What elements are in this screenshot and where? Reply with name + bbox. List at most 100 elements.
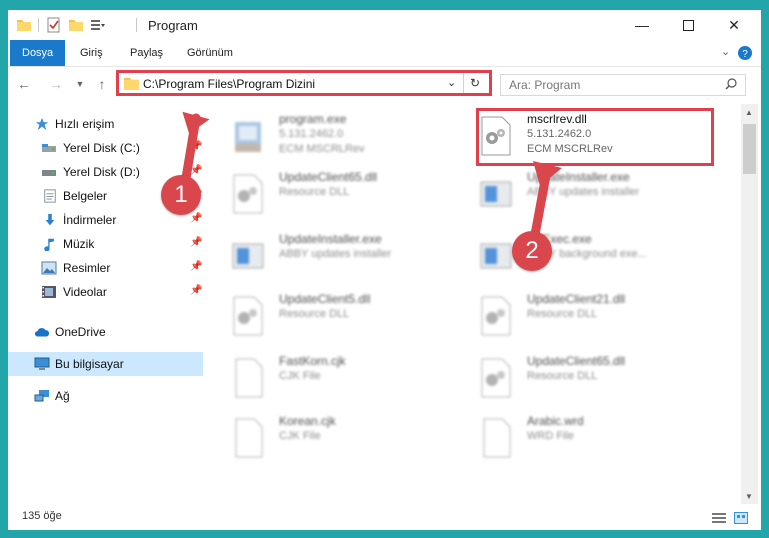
chevron-down-icon: ▼ (75, 79, 85, 89)
pin-icon: 📌 (190, 285, 203, 296)
sidebar-item-videos[interactable]: Videolar 📌 (8, 280, 203, 304)
search-icon (725, 78, 737, 90)
sidebar-item-label: Ağ (55, 389, 70, 403)
sidebar-item-network[interactable]: Ağ (8, 384, 203, 408)
sidebar-item-label: Videolar (63, 285, 107, 299)
file-name: UpdateInstaller.exe (527, 170, 630, 184)
dll-gear-icon (233, 174, 263, 214)
scroll-down-icon[interactable]: ▼ (745, 492, 753, 501)
tab-dosya[interactable]: Dosya (10, 40, 66, 66)
explorer-window: Program — ✕ Dosya Giriş Paylaş Görünüm ⌄… (8, 10, 761, 530)
forward-button[interactable]: → (46, 74, 66, 94)
file-icon (235, 418, 263, 458)
file-item[interactable]: UpdateInstaller.exe ABBY updates install… (209, 228, 449, 286)
properties-icon[interactable] (46, 17, 62, 33)
folder-icon (124, 77, 139, 90)
computer-icon (34, 357, 50, 370)
sidebar-item-local-disk-c[interactable]: Yerel Disk (C:) 📌 (8, 136, 203, 160)
arrow-right-icon: → (49, 76, 63, 92)
file-item[interactable]: Korean.cjk CJK File (209, 410, 449, 468)
minimize-button[interactable]: — (619, 10, 665, 40)
pin-icon: 📌 (190, 141, 203, 152)
chevron-down-icon[interactable]: ⌄ (721, 45, 730, 58)
file-item[interactable]: UpdateClient21.dll Resource DLL (457, 288, 697, 346)
separator (136, 18, 137, 32)
file-name: FastKorn.cjk (279, 354, 346, 368)
documents-icon (44, 189, 56, 203)
sidebar-item-label: Yerel Disk (C:) (63, 141, 140, 155)
sidebar-item-label: İndirmeler (63, 213, 117, 227)
file-name: program.exe (279, 112, 347, 126)
minimize-icon: — (635, 17, 649, 33)
file-item[interactable]: UpdateClient65.dll Resource DLL (209, 166, 449, 224)
tiles-view-icon[interactable] (734, 512, 748, 524)
pin-icon: 📌 (190, 237, 203, 248)
ribbon: Dosya Giriş Paylaş Görünüm ⌄ ? (8, 40, 761, 67)
refresh-icon: ↻ (469, 76, 481, 90)
highlight-box-mscrlrev (476, 108, 714, 166)
file-item[interactable]: program.exe 5.131.2462.0 ECM MSCRLRev (209, 108, 449, 166)
separator (38, 18, 39, 32)
file-item[interactable]: UpdateInstaller.exe ABBY updates install… (457, 166, 697, 224)
sidebar-item-onedrive[interactable]: OneDrive (8, 320, 203, 344)
new-folder-icon[interactable] (68, 17, 84, 33)
dll-gear-icon (481, 296, 511, 336)
scrollbar-thumb[interactable] (743, 124, 756, 174)
file-item[interactable]: UpdateClient65.dll Resource DLL (457, 350, 697, 408)
scroll-up-icon[interactable]: ▲ (745, 108, 753, 117)
sidebar-item-quick-access[interactable]: Hızlı erişim (8, 112, 203, 136)
chevron-down-icon[interactable]: ⌄ (447, 76, 456, 89)
recent-locations-button[interactable]: ▼ (70, 74, 90, 94)
maximize-button[interactable] (665, 10, 711, 40)
drive-icon (42, 170, 56, 176)
tab-gorunum[interactable]: Görünüm (175, 40, 245, 66)
cloud-icon (34, 328, 50, 337)
file-version: 5.131.2462.0 (279, 128, 344, 140)
sidebar-item-pictures[interactable]: Resimler 📌 (8, 256, 203, 280)
close-button[interactable]: ✕ (711, 10, 757, 40)
file-name: UpdateClient65.dll (527, 354, 626, 368)
help-icon[interactable]: ? (738, 46, 752, 60)
status-bar: 135 öğe (8, 504, 761, 530)
address-path[interactable]: C:\Program Files\Program Dizini (143, 77, 315, 91)
pin-icon: 📌 (190, 213, 203, 224)
exe-icon (235, 122, 261, 152)
file-description: Resource DLL (527, 308, 598, 320)
up-button[interactable]: ↑ (92, 74, 112, 94)
maximize-icon (682, 19, 694, 31)
address-bar[interactable]: C:\Program Files\Program Dizini ⌄ ↻ (116, 70, 492, 96)
folder-icon (17, 20, 31, 31)
search-input[interactable]: Ara: Program (500, 74, 746, 96)
item-count: 135 öğe (22, 510, 62, 522)
tab-giris[interactable]: Giriş (68, 40, 115, 66)
installer-icon (232, 243, 264, 269)
file-item[interactable]: UpdateClient5.dll Resource DLL (209, 288, 449, 346)
customize-toolbar-icon[interactable] (90, 17, 106, 33)
sidebar-item-music[interactable]: Müzik 📌 (8, 232, 203, 256)
installer-icon (480, 243, 512, 269)
sidebar-item-label: Müzik (63, 237, 95, 251)
tab-paylas[interactable]: Paylaş (118, 40, 175, 66)
sidebar-item-this-pc[interactable]: Bu bilgisayar (8, 352, 203, 376)
file-icon (483, 418, 511, 458)
refresh-button[interactable]: ↻ (463, 73, 486, 93)
file-item[interactable]: UpExec.exe ABBY background exe... (457, 228, 697, 286)
file-description: ABBY updates installer (279, 248, 392, 260)
sidebar-item-label: Hızlı erişim (55, 117, 115, 131)
file-item[interactable]: FastKorn.cjk CJK File (209, 350, 449, 408)
music-icon (44, 238, 54, 251)
arrow-up-icon: ↑ (98, 76, 106, 92)
vertical-scrollbar[interactable]: ▲ ▼ (741, 104, 758, 504)
file-name: Arabic.wrd (527, 414, 584, 428)
back-button[interactable]: ← (14, 74, 34, 94)
file-list: program.exe 5.131.2462.0 ECM MSCRLRev ms… (209, 104, 741, 504)
navigation-bar: ← → ▼ ↑ C:\Program Files\Program Dizini … (8, 66, 761, 102)
file-description: CJK File (279, 370, 321, 382)
drive-icon (42, 144, 56, 152)
details-view-icon[interactable] (712, 512, 726, 524)
sidebar-item-label: Resimler (63, 261, 111, 275)
callout-badge-1: 1 (161, 175, 201, 215)
file-item[interactable]: Arabic.wrd WRD File (457, 410, 697, 468)
file-description: CJK File (279, 430, 321, 442)
file-icon (235, 358, 263, 398)
